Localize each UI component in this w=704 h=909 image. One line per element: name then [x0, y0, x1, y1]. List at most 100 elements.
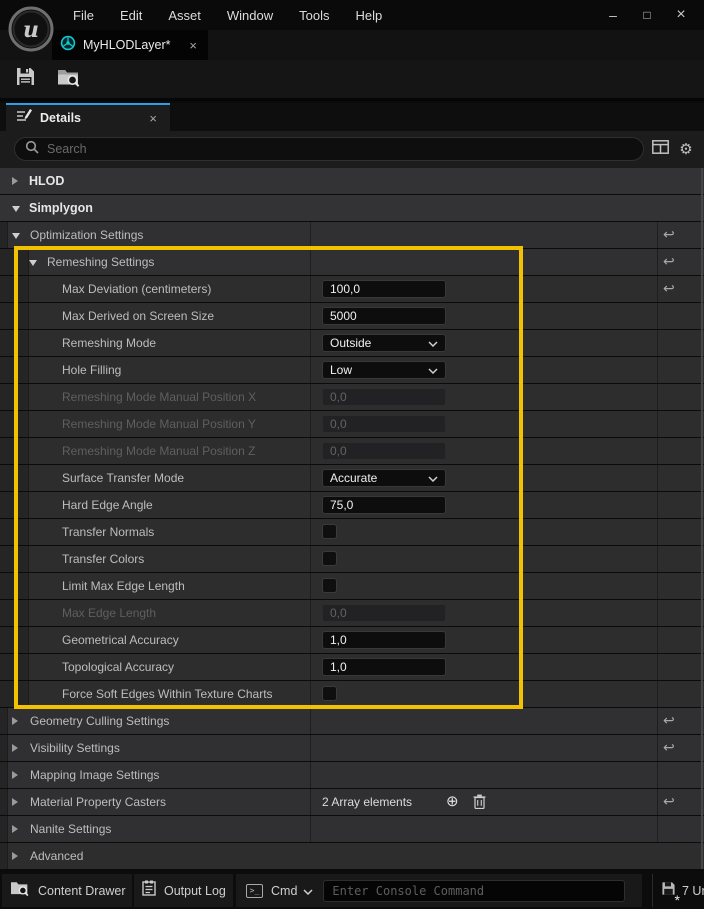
limit-max-edge-length-checkbox[interactable]: [322, 578, 337, 593]
expander-icon[interactable]: [12, 852, 18, 860]
visibility-settings-reset-button[interactable]: ↩: [663, 735, 675, 760]
output-log-icon: [142, 880, 156, 901]
surface-transfer-mode-dropdown[interactable]: Accurate: [322, 469, 446, 487]
row-label: Remeshing Mode Manual Position Z: [62, 438, 255, 464]
console-command-input[interactable]: [323, 880, 625, 902]
row-label: Max Derived on Screen Size: [62, 303, 214, 329]
expander-icon[interactable]: [12, 771, 18, 779]
indent-rail: [0, 330, 29, 356]
row-hole-filling: Hole FillingLow: [0, 357, 704, 383]
array-elements-label: 2 Array elements: [322, 789, 412, 815]
row-simplygon[interactable]: Simplygon: [0, 195, 704, 221]
max-deviation-centimeters-reset-button[interactable]: ↩: [663, 276, 675, 301]
column-divider: [310, 249, 311, 275]
column-divider: [310, 330, 311, 356]
trash-icon[interactable]: [473, 794, 486, 814]
close-button[interactable]: ×: [664, 0, 698, 30]
chevron-down-icon[interactable]: [303, 882, 313, 900]
menu-file[interactable]: File: [60, 8, 107, 23]
display-filter-button[interactable]: [650, 137, 670, 161]
content-drawer-label: Content Drawer: [38, 884, 126, 898]
force-soft-edges-within-texture-charts-checkbox[interactable]: [322, 686, 337, 701]
max-deviation-centimeters-input[interactable]: [322, 280, 446, 298]
row-limit-max-edge-length: Limit Max Edge Length: [0, 573, 704, 599]
row-visibility-settings[interactable]: Visibility Settings↩: [0, 735, 704, 761]
asset-tab[interactable]: MyHLODLayer* ×: [52, 30, 208, 60]
menu-tools[interactable]: Tools: [286, 8, 342, 23]
asset-tab-strip: MyHLODLayer* × Asset Type:HLODLayer: [0, 30, 704, 60]
expander-icon[interactable]: [12, 825, 18, 833]
menu-edit[interactable]: Edit: [107, 8, 155, 23]
cmd-label[interactable]: Cmd: [271, 884, 297, 898]
column-divider: [310, 357, 311, 383]
row-material-property-casters[interactable]: Material Property Casters2 Array element…: [0, 789, 704, 815]
material-property-casters-reset-button[interactable]: ↩: [663, 789, 675, 814]
expander-icon[interactable]: [12, 744, 18, 752]
row-label: Transfer Colors: [62, 546, 144, 572]
transfer-normals-checkbox[interactable]: [322, 524, 337, 539]
unreal-logo-icon: u: [7, 5, 55, 53]
search-box[interactable]: [14, 137, 644, 161]
indent-rail: [0, 843, 8, 869]
row-hlod[interactable]: HLOD: [0, 168, 704, 194]
menu-window[interactable]: Window: [214, 8, 286, 23]
expander-icon[interactable]: [12, 177, 18, 185]
column-divider: [657, 384, 658, 410]
row-geometry-culling-settings[interactable]: Geometry Culling Settings↩: [0, 708, 704, 734]
browse-to-asset-button[interactable]: [50, 62, 88, 96]
remeshing-mode-manual-position-y-input: [322, 415, 446, 433]
max-derived-on-screen-size-input[interactable]: [322, 307, 446, 325]
row-transfer-normals: Transfer Normals: [0, 519, 704, 545]
optimization-settings-reset-button[interactable]: ↩: [663, 222, 675, 247]
column-divider: [310, 465, 311, 491]
remeshing-mode-manual-position-x-input: [322, 388, 446, 406]
asset-tab-close-icon[interactable]: ×: [186, 38, 200, 53]
remeshing-mode-dropdown[interactable]: Outside: [322, 334, 446, 352]
expander-icon[interactable]: [29, 260, 37, 266]
output-log-button[interactable]: Output Log: [134, 874, 233, 907]
hole-filling-dropdown[interactable]: Low: [322, 361, 446, 379]
hard-edge-angle-input[interactable]: [322, 496, 446, 514]
column-divider: [657, 249, 658, 275]
row-advanced[interactable]: Advanced: [0, 843, 704, 869]
indent-rail: [0, 627, 29, 653]
details-tab-title: Details: [40, 111, 146, 125]
add-element-icon[interactable]: ⊕: [446, 789, 459, 814]
menu-bar: File Edit Asset Window Tools Help: [60, 0, 395, 30]
minimize-button[interactable]: –: [596, 0, 630, 30]
column-divider: [657, 492, 658, 518]
column-divider: [310, 573, 311, 599]
geometry-culling-settings-reset-button[interactable]: ↩: [663, 708, 675, 733]
remeshing-settings-reset-button[interactable]: ↩: [663, 249, 675, 274]
maximize-button[interactable]: □: [630, 0, 664, 30]
row-remeshing-mode-manual-position-z: Remeshing Mode Manual Position Z: [0, 438, 704, 464]
row-mapping-image-settings[interactable]: Mapping Image Settings: [0, 762, 704, 788]
details-tab-close-icon[interactable]: ×: [146, 111, 160, 126]
transfer-colors-checkbox[interactable]: [322, 551, 337, 566]
indent-rail: [0, 600, 29, 626]
expander-icon[interactable]: [12, 206, 20, 212]
geometrical-accuracy-input[interactable]: [322, 631, 446, 649]
content-drawer-button[interactable]: Content Drawer: [2, 874, 132, 907]
details-tab[interactable]: Details ×: [6, 103, 170, 131]
settings-button[interactable]: ⚙: [676, 137, 696, 161]
search-input[interactable]: [47, 142, 633, 156]
column-divider: [310, 789, 311, 815]
row-remeshing-settings[interactable]: Remeshing Settings↩: [0, 249, 704, 275]
column-divider: [657, 600, 658, 626]
topological-accuracy-input[interactable]: [322, 658, 446, 676]
expander-icon[interactable]: [12, 233, 20, 239]
unsaved-star-icon: *: [675, 892, 680, 908]
row-label: Mapping Image Settings: [30, 762, 159, 788]
expander-icon[interactable]: [12, 798, 18, 806]
unsaved-status[interactable]: * 7 Un: [652, 874, 704, 907]
menu-asset[interactable]: Asset: [155, 8, 214, 23]
row-optimization-settings[interactable]: Optimization Settings↩: [0, 222, 704, 248]
unsaved-save-icon: *: [661, 881, 676, 901]
save-button[interactable]: [6, 62, 44, 96]
details-scrollbar[interactable]: [701, 168, 703, 869]
menu-help[interactable]: Help: [342, 8, 395, 23]
row-nanite-settings[interactable]: Nanite Settings: [0, 816, 704, 842]
row-hard-edge-angle: Hard Edge Angle: [0, 492, 704, 518]
expander-icon[interactable]: [12, 717, 18, 725]
